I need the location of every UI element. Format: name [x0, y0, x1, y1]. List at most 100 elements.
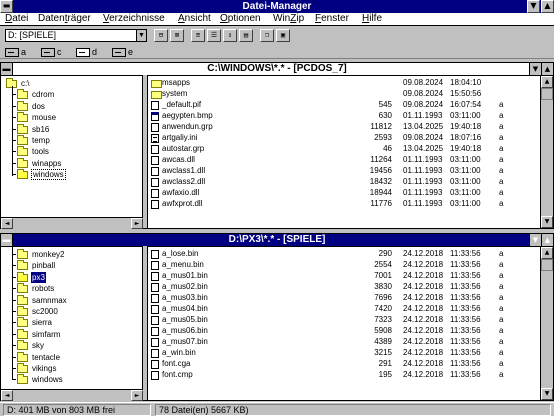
tree-item[interactable]: dos	[1, 100, 141, 112]
scroll-up-icon[interactable]: ▲	[541, 247, 553, 259]
disconnect-drive-icon[interactable]: ⊠	[170, 29, 184, 42]
file-row[interactable]: awcas.dll 11264 01.11.1993 03:11:00 a	[148, 155, 538, 166]
tree-item[interactable]: tools	[1, 146, 141, 157]
tree-item[interactable]: pinball	[1, 260, 141, 271]
copy-window-icon[interactable]: ▣	[276, 29, 290, 42]
file-row[interactable]: font.cmp 195 24.12.2018 11:33:56 a	[148, 370, 538, 381]
file-row[interactable]: awfxprot.dll 11776 01.11.1993 03:11:00 a	[148, 199, 538, 210]
tree-item[interactable]: winapps	[1, 157, 141, 169]
scroll-thumb[interactable]	[541, 88, 553, 100]
tree-item[interactable]: simfarm	[1, 328, 141, 340]
panel-system-menu-icon[interactable]: ▬	[1, 234, 13, 246]
drive-select[interactable]: D: [SPIELE] ▼	[5, 29, 147, 42]
menu-item[interactable]: Datenträger	[38, 13, 91, 25]
scroll-right-icon[interactable]: ►	[131, 218, 143, 229]
file-row[interactable]: a_lose.bin 290 24.12.2018 11:33:56 a	[148, 249, 538, 260]
tree-item[interactable]: robots	[1, 283, 141, 294]
menu-item[interactable]: Hilfe	[362, 13, 382, 25]
menu-item[interactable]: Fenster	[315, 13, 349, 25]
sort-name-icon[interactable]: ↕	[223, 29, 237, 42]
minimize-button[interactable]: ▼	[527, 0, 540, 13]
maximize-button[interactable]: ▲	[541, 0, 554, 13]
menu-item[interactable]: Verzeichnisse	[103, 13, 165, 25]
file-row[interactable]: font.cga 291 24.12.2018 11:33:56 a	[148, 359, 538, 370]
file-row[interactable]: anwendun.grp 11812 13.04.2025 19:40:18 a	[148, 122, 538, 133]
tree-item[interactable]: windows	[1, 169, 141, 181]
file-row[interactable]: a_mus03.bin 7696 24.12.2018 11:33:56 a	[148, 293, 538, 304]
sort-type-icon[interactable]: ▤	[239, 29, 253, 42]
top-window-title[interactable]: ▬ C:\WINDOWS\*.* - [PCDOS_7] ▼ ▲	[1, 63, 553, 75]
bottom-window-title[interactable]: ▬ D:\PX3\*.* - [SPIELE] ▼ ▲	[1, 234, 553, 246]
drive-a[interactable]: a	[5, 47, 26, 58]
scroll-thumb[interactable]	[541, 259, 553, 271]
tree-horizontal-scrollbar[interactable]: ◄ ►	[1, 389, 143, 401]
list-view-icon[interactable]: ≡	[191, 29, 205, 42]
file-row[interactable]: _default.pif 545 09.08.2024 16:07:54 a	[148, 100, 538, 111]
panel-minimize-icon[interactable]: ▼	[529, 234, 541, 246]
tree-item[interactable]: sb16	[1, 123, 141, 135]
tree-item[interactable]: windows	[1, 374, 141, 385]
file-row[interactable]: aegypten.bmp 630 01.11.1993 03:11:00 a	[148, 111, 538, 122]
splitter[interactable]	[143, 75, 147, 228]
file-row[interactable]: a_menu.bin 2554 24.12.2018 11:33:56 a	[148, 260, 538, 271]
file-list[interactable]: a_lose.bin 290 24.12.2018 11:33:56 a a_menu.b…	[147, 246, 540, 400]
file-row[interactable]: system 09.08.2024 15:50:56	[148, 89, 538, 100]
scroll-left-icon[interactable]: ◄	[1, 390, 13, 401]
directory-tree[interactable]: c:\ cdrom dos mouse sb16 temp tools winapps wind…	[1, 75, 143, 217]
tree-item[interactable]: sky	[1, 340, 141, 351]
scroll-down-icon[interactable]: ▼	[541, 216, 553, 228]
file-row[interactable]: msapps 09.08.2024 18:04:10	[148, 78, 538, 89]
menu-item[interactable]: Datei	[5, 13, 28, 25]
file-row[interactable]: awfaxio.dll 18944 01.11.1993 03:11:00 a	[148, 188, 538, 199]
file-row[interactable]: a_mus04.bin 7420 24.12.2018 11:33:56 a	[148, 304, 538, 315]
tree-item[interactable]: c:\	[1, 78, 141, 89]
file-row[interactable]: a_mus01.bin 7001 24.12.2018 11:33:56 a	[148, 271, 538, 282]
new-window-icon[interactable]: ❐	[260, 29, 274, 42]
drive-d[interactable]: d	[76, 47, 98, 58]
tree-item[interactable]: monkey2	[1, 249, 141, 260]
details-view-icon[interactable]: ☰	[207, 29, 221, 42]
scroll-up-icon[interactable]: ▲	[541, 76, 553, 88]
file-list-scrollbar[interactable]: ▲ ▼	[540, 75, 553, 228]
menu-item[interactable]: WinZip	[273, 13, 304, 25]
scroll-down-icon[interactable]: ▼	[541, 388, 553, 400]
panel-minimize-icon[interactable]: ▼	[529, 63, 541, 75]
menu-item[interactable]: Ansicht	[178, 13, 211, 25]
folder-icon	[17, 260, 28, 271]
file-list[interactable]: msapps 09.08.2024 18:04:10 system 09.08.2024…	[147, 75, 540, 228]
connect-network-drive-icon[interactable]: ⊟	[154, 29, 168, 42]
drive-e[interactable]: e	[112, 47, 133, 58]
file-row[interactable]: a_mus02.bin 3830 24.12.2018 11:33:56 a	[148, 282, 538, 293]
file-row[interactable]: awclass1.dll 19456 01.11.1993 03:11:00 a	[148, 166, 538, 177]
tree-item[interactable]: sc2000	[1, 306, 141, 317]
tree-horizontal-scrollbar[interactable]: ◄ ►	[1, 217, 143, 229]
tree-item[interactable]: mouse	[1, 112, 141, 123]
scroll-left-icon[interactable]: ◄	[1, 218, 13, 229]
panel-system-menu-icon[interactable]: ▬	[1, 63, 13, 75]
file-row[interactable]: awclass2.dll 18432 01.11.1993 03:11:00 a	[148, 177, 538, 188]
file-row[interactable]: a_mus06.bin 5908 24.12.2018 11:33:56 a	[148, 326, 538, 337]
file-list-scrollbar[interactable]: ▲ ▼	[540, 246, 553, 400]
panel-maximize-icon[interactable]: ▲	[541, 63, 553, 75]
tree-item[interactable]: vikings	[1, 363, 141, 374]
tree-item[interactable]: tentacle	[1, 351, 141, 363]
dropdown-arrow-icon[interactable]: ▼	[136, 30, 146, 41]
scroll-right-icon[interactable]: ►	[131, 390, 143, 401]
splitter[interactable]	[143, 246, 147, 400]
panel-maximize-icon[interactable]: ▲	[541, 234, 553, 246]
file-row[interactable]: artgaliy.ini 2593 09.08.2024 18:07:16 a	[148, 133, 538, 144]
tree-item[interactable]: sierra	[1, 317, 141, 328]
file-row[interactable]: a_mus07.bin 4389 24.12.2018 11:33:56 a	[148, 337, 538, 348]
drive-bar: acde	[0, 44, 554, 59]
file-row[interactable]: a_win.bin 3215 24.12.2018 11:33:56 a	[148, 348, 538, 359]
tree-item[interactable]: temp	[1, 135, 141, 146]
file-row[interactable]: autostar.grp 46 13.04.2025 19:40:18 a	[148, 144, 538, 155]
directory-tree[interactable]: monkey2 pinball px3 robots samnmax sc2000 sier…	[1, 246, 143, 389]
drive-c[interactable]: c	[41, 47, 62, 58]
tree-item[interactable]: px3	[1, 271, 141, 283]
menu-item[interactable]: Optionen	[220, 13, 261, 25]
tree-item[interactable]: cdrom	[1, 89, 141, 100]
file-row[interactable]: a_mus05.bin 7323 24.12.2018 11:33:56 a	[148, 315, 538, 326]
window-titlebar[interactable]: ▬ Datei-Manager ▼ ▲	[0, 0, 554, 13]
tree-item[interactable]: samnmax	[1, 294, 141, 306]
